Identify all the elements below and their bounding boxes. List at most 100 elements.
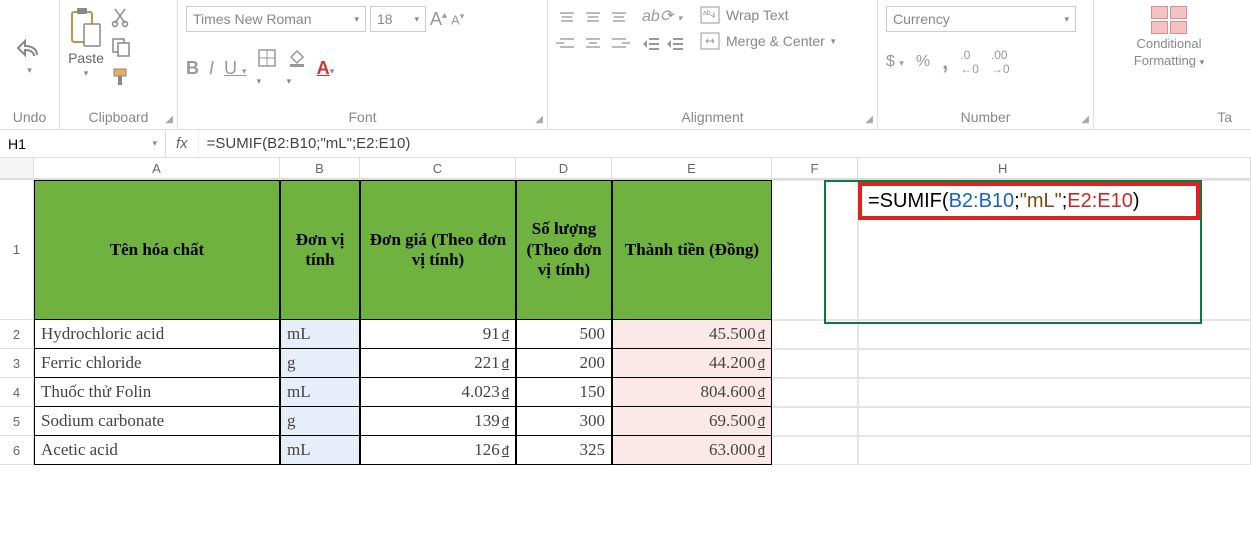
- header-D[interactable]: Số lượng (Theo đơn vị tính): [516, 180, 612, 320]
- table-row: 6Acetic acidmL126 đ32563.000 đ: [0, 436, 1251, 465]
- cell-unit[interactable]: g: [280, 349, 360, 378]
- cell-unit[interactable]: mL: [280, 320, 360, 349]
- cell-name[interactable]: Acetic acid: [34, 436, 280, 465]
- cell-blank[interactable]: [858, 349, 1251, 378]
- cell-name[interactable]: Thuốc thử Folin: [34, 378, 280, 407]
- alignment-expand-icon[interactable]: ◢: [865, 114, 873, 125]
- font-color-button[interactable]: A▾: [317, 58, 335, 79]
- indent-increase-icon[interactable]: [666, 36, 684, 52]
- header-B[interactable]: Đơn vị tính: [280, 180, 360, 320]
- cell-name[interactable]: Sodium carbonate: [34, 407, 280, 436]
- number-expand-icon[interactable]: ◢: [1081, 114, 1089, 125]
- undo-button[interactable]: ▾: [15, 37, 45, 76]
- increase-font-icon[interactable]: A▴: [430, 9, 447, 30]
- header-E[interactable]: Thành tiền (Đồng): [612, 180, 772, 320]
- cell-blank[interactable]: [858, 378, 1251, 407]
- row-header[interactable]: 3: [0, 349, 34, 378]
- fx-icon[interactable]: fx: [166, 130, 199, 157]
- table-row: 2Hydrochloric acidmL91 đ50045.500 đ: [0, 320, 1251, 349]
- align-top-icon[interactable]: [556, 6, 578, 28]
- font-size-select[interactable]: 18▾: [370, 6, 426, 32]
- cell-unit[interactable]: g: [280, 407, 360, 436]
- cell-price[interactable]: 126 đ: [360, 436, 516, 465]
- align-bottom-icon[interactable]: [608, 6, 630, 28]
- cell-price[interactable]: 91 đ: [360, 320, 516, 349]
- cell-unit[interactable]: mL: [280, 436, 360, 465]
- header-C[interactable]: Đơn giá (Theo đơn vị tính): [360, 180, 516, 320]
- cell-blank[interactable]: [858, 436, 1251, 465]
- cell-total[interactable]: 69.500 đ: [612, 407, 772, 436]
- decrease-decimal-icon[interactable]: .00→0: [991, 48, 1010, 76]
- indent-decrease-icon[interactable]: [642, 36, 660, 52]
- comma-button[interactable]: ,: [942, 49, 948, 75]
- orientation-button[interactable]: ab⟳ ▾: [642, 6, 684, 26]
- cell-total[interactable]: 45.500 đ: [612, 320, 772, 349]
- cell-qty[interactable]: 325: [516, 436, 612, 465]
- cell-blank[interactable]: [772, 378, 858, 407]
- row-header-1[interactable]: 1: [0, 180, 34, 320]
- col-header-D[interactable]: D: [516, 158, 612, 179]
- paste-button[interactable]: Paste ▾: [68, 6, 104, 79]
- clipboard-expand-icon[interactable]: ◢: [165, 114, 173, 125]
- header-A[interactable]: Tên hóa chất: [34, 180, 280, 320]
- format-painter-icon[interactable]: [110, 66, 132, 88]
- col-header-E[interactable]: E: [612, 158, 772, 179]
- align-left-icon[interactable]: [556, 32, 578, 54]
- conditional-formatting-button[interactable]: Conditional Formatting ▾: [1134, 6, 1204, 68]
- cut-icon[interactable]: [110, 6, 132, 28]
- row-header[interactable]: 2: [0, 320, 34, 349]
- italic-button[interactable]: I: [209, 58, 214, 79]
- cell-reference-input[interactable]: [8, 136, 152, 152]
- cell-blank[interactable]: [858, 407, 1251, 436]
- number-format-select[interactable]: Currency▾: [886, 6, 1076, 32]
- border-button[interactable]: ▾: [257, 48, 277, 89]
- cell-unit[interactable]: mL: [280, 378, 360, 407]
- col-header-A[interactable]: A: [34, 158, 280, 179]
- fill-color-button[interactable]: ▾: [287, 48, 307, 89]
- font-expand-icon[interactable]: ◢: [535, 114, 543, 125]
- percent-button[interactable]: %: [916, 53, 930, 71]
- decrease-font-icon[interactable]: A▾: [451, 11, 464, 27]
- merge-center-button[interactable]: Merge & Center ▾: [700, 32, 835, 50]
- row-header[interactable]: 4: [0, 378, 34, 407]
- cell-name[interactable]: Hydrochloric acid: [34, 320, 280, 349]
- cell-total[interactable]: 63.000 đ: [612, 436, 772, 465]
- cell-total[interactable]: 44.200 đ: [612, 349, 772, 378]
- currency-button[interactable]: $ ▾: [886, 53, 904, 71]
- name-box[interactable]: ▾: [0, 130, 166, 157]
- col-header-C[interactable]: C: [360, 158, 516, 179]
- cell-blank[interactable]: [772, 407, 858, 436]
- cell-blank[interactable]: [772, 436, 858, 465]
- wrap-text-button[interactable]: ab Wrap Text: [700, 6, 835, 24]
- underline-button[interactable]: U ▾: [224, 58, 247, 79]
- cell-price[interactable]: 221 đ: [360, 349, 516, 378]
- copy-icon[interactable]: [110, 36, 132, 58]
- align-center-icon[interactable]: [582, 32, 604, 54]
- cell-blank[interactable]: [772, 349, 858, 378]
- cell-F1[interactable]: [772, 180, 858, 320]
- select-all-cell[interactable]: [0, 158, 34, 179]
- cell-qty[interactable]: 500: [516, 320, 612, 349]
- align-middle-icon[interactable]: [582, 6, 604, 28]
- cell-name[interactable]: Ferric chloride: [34, 349, 280, 378]
- col-header-H[interactable]: H: [858, 158, 1251, 179]
- formula-input[interactable]: =SUMIF(B2:B10;"mL";E2:E10): [199, 135, 1251, 152]
- cell-qty[interactable]: 200: [516, 349, 612, 378]
- row-header[interactable]: 6: [0, 436, 34, 465]
- cell-blank[interactable]: [858, 320, 1251, 349]
- align-right-icon[interactable]: [608, 32, 630, 54]
- cell-total[interactable]: 804.600 đ: [612, 378, 772, 407]
- cell-blank[interactable]: [772, 320, 858, 349]
- row-header[interactable]: 5: [0, 407, 34, 436]
- cell-price[interactable]: 4.023 đ: [360, 378, 516, 407]
- cell-qty[interactable]: 150: [516, 378, 612, 407]
- col-header-F[interactable]: F: [772, 158, 858, 179]
- cell-price[interactable]: 139 đ: [360, 407, 516, 436]
- group-label-number: Number: [886, 107, 1085, 127]
- cell-qty[interactable]: 300: [516, 407, 612, 436]
- increase-decimal-icon[interactable]: .0←0: [960, 48, 979, 76]
- col-header-B[interactable]: B: [280, 158, 360, 179]
- formula-overlay: =SUMIF(B2:B10;"mL";E2:E10): [858, 182, 1200, 220]
- bold-button[interactable]: B: [186, 58, 199, 79]
- font-name-select[interactable]: Times New Roman▾: [186, 6, 366, 32]
